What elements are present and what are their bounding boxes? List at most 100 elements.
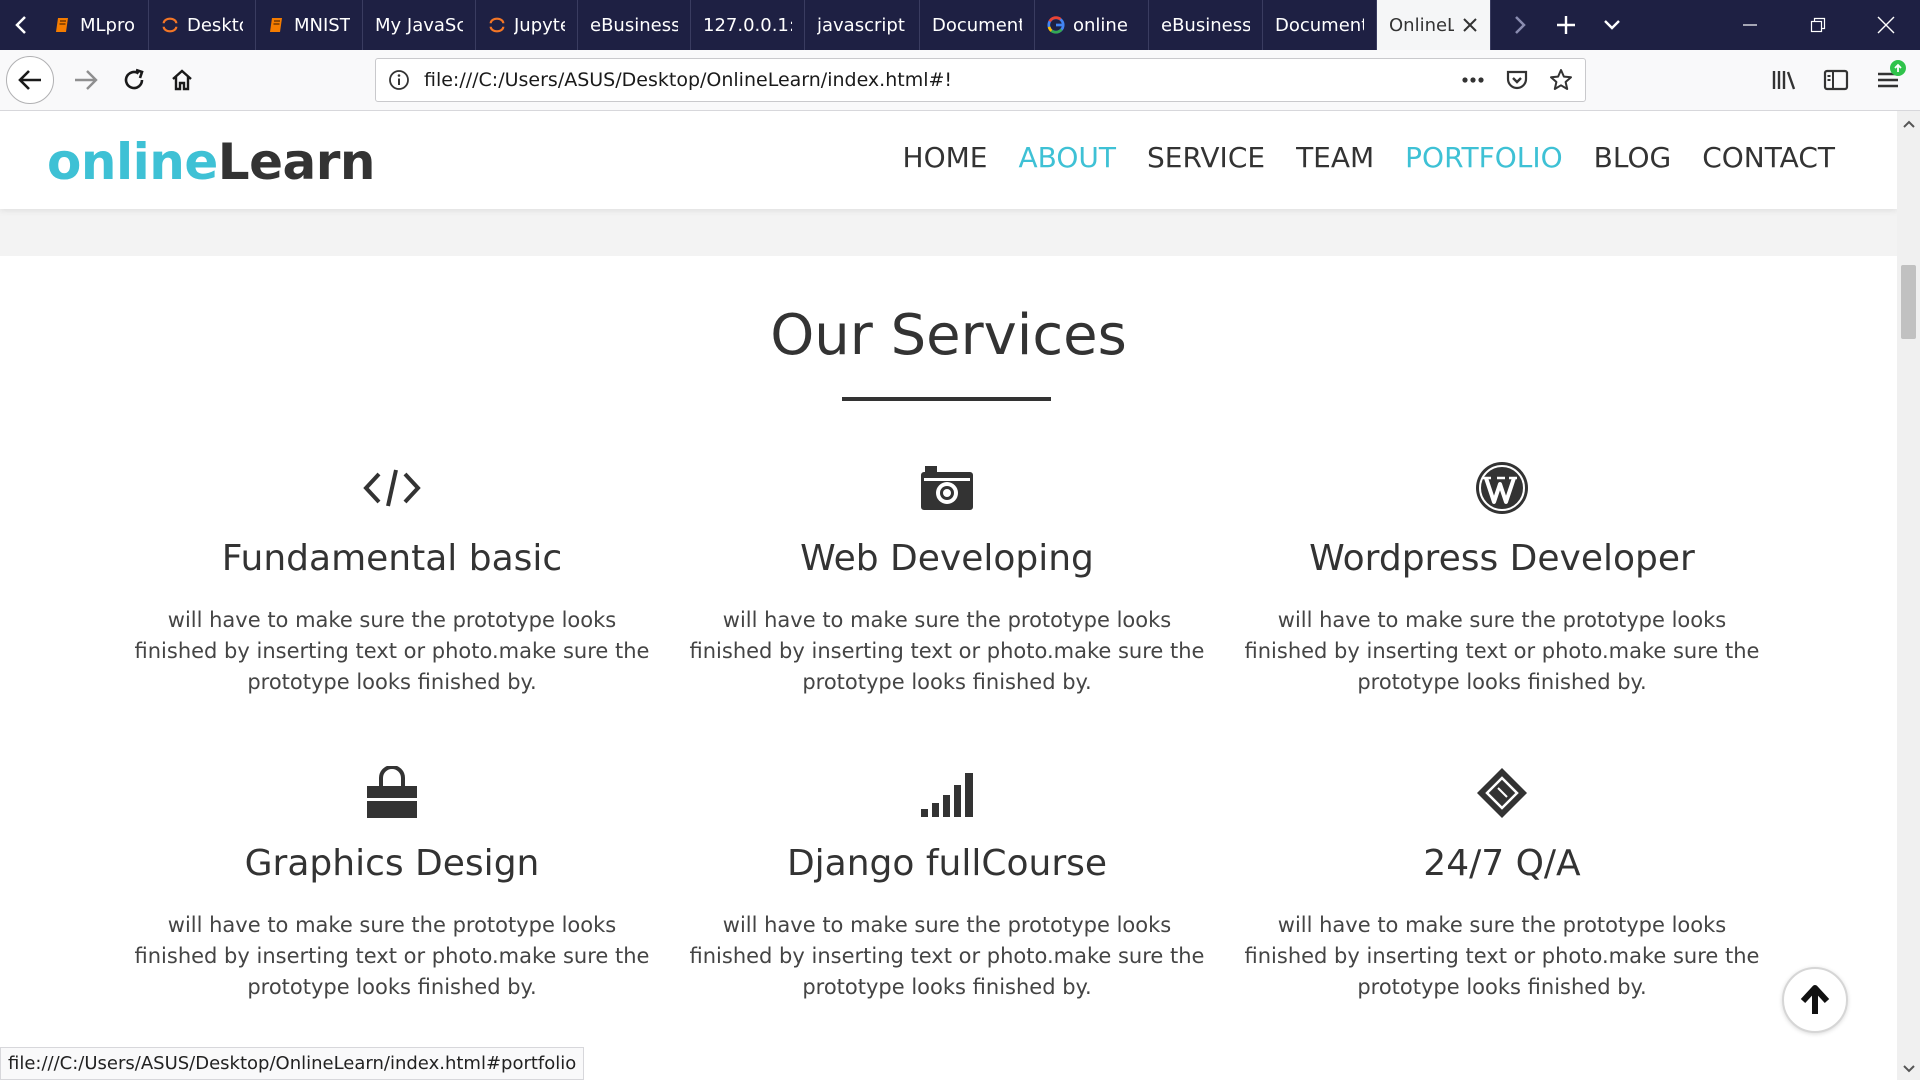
signal-bars-icon bbox=[687, 763, 1207, 823]
back-button[interactable] bbox=[6, 56, 54, 104]
close-window-button[interactable] bbox=[1852, 0, 1920, 50]
browser-tab[interactable]: Deskto bbox=[149, 0, 256, 50]
service-title: Django fullCourse bbox=[786, 843, 1108, 884]
tab-label: MLpro bbox=[80, 14, 136, 36]
menu-button[interactable] bbox=[1864, 56, 1912, 104]
wordpress-icon bbox=[1242, 458, 1762, 518]
browser-tab[interactable]: Jupyte bbox=[476, 0, 578, 50]
chevron-down-icon bbox=[1604, 20, 1620, 30]
arrow-right-icon bbox=[75, 70, 98, 90]
sidebar-button[interactable] bbox=[1812, 56, 1860, 104]
service-text: will have to make sure the prototype loo… bbox=[689, 608, 1205, 694]
tab-label: javascript i bbox=[817, 14, 907, 36]
tab-label: Document bbox=[1275, 14, 1364, 36]
navigation-toolbar: file:///C:/Users/ASUS/Desktop/OnlineLear… bbox=[0, 50, 1920, 111]
browser-tab[interactable]: online bbox=[1035, 0, 1149, 50]
tab-label: Document bbox=[932, 14, 1022, 36]
arrow-left-icon bbox=[18, 70, 41, 90]
status-bar-url: file:///C:/Users/ASUS/Desktop/OnlineLear… bbox=[0, 1047, 585, 1080]
browser-tab-active[interactable]: OnlineL bbox=[1377, 0, 1491, 50]
site-header: onlineLearn HOME ABOUT SERVICE TEAM PORT… bbox=[0, 111, 1897, 209]
list-all-tabs-button[interactable] bbox=[1589, 0, 1635, 50]
more-actions-icon[interactable] bbox=[1461, 76, 1485, 84]
service-card: Web Developing will have to make sure th… bbox=[687, 458, 1207, 698]
url-text[interactable]: file:///C:/Users/ASUS/Desktop/OnlineLear… bbox=[424, 69, 1461, 91]
browser-tab[interactable]: Document bbox=[920, 0, 1035, 50]
plus-icon bbox=[1557, 16, 1575, 34]
nav-team[interactable]: TEAM bbox=[1296, 141, 1374, 174]
tab-label: eBusiness bbox=[590, 14, 678, 36]
close-tab-icon[interactable] bbox=[1462, 17, 1478, 33]
service-card: Wordpress Developer will have to make su… bbox=[1242, 458, 1762, 698]
browser-tab[interactable]: eBusiness bbox=[578, 0, 691, 50]
service-title: Fundamental basic bbox=[221, 538, 563, 579]
library-icon bbox=[1772, 71, 1796, 90]
service-text: will have to make sure the prototype loo… bbox=[134, 913, 650, 999]
pocket-icon[interactable] bbox=[1505, 68, 1529, 92]
back-to-top-button[interactable] bbox=[1782, 967, 1848, 1033]
library-button[interactable] bbox=[1760, 56, 1808, 104]
scroll-up-arrow-icon[interactable] bbox=[1897, 117, 1920, 131]
bookmark-star-icon[interactable] bbox=[1549, 68, 1573, 92]
nav-portfolio[interactable]: PORTFOLIO bbox=[1405, 141, 1563, 174]
home-button[interactable] bbox=[158, 56, 206, 104]
tab-label: eBusiness bbox=[1161, 14, 1250, 36]
tab-strip: MLpro Deskto MNIST My JavaScr Jupyte eBu… bbox=[0, 0, 1920, 50]
arrow-up-icon bbox=[1800, 985, 1830, 1014]
scrollbar-thumb[interactable] bbox=[1901, 265, 1916, 339]
service-title: Web Developing bbox=[800, 538, 1094, 579]
browser-tab[interactable]: 127.0.0.1:5 bbox=[691, 0, 805, 50]
jupyter-icon bbox=[161, 16, 179, 34]
service-text: will have to make sure the prototype loo… bbox=[134, 608, 650, 694]
forward-button[interactable] bbox=[62, 56, 110, 104]
section-divider-band bbox=[0, 209, 1897, 256]
nav-contact[interactable]: CONTACT bbox=[1702, 141, 1835, 174]
code-icon bbox=[132, 458, 652, 518]
close-icon bbox=[1877, 16, 1895, 34]
section-title: Our Services bbox=[770, 303, 1127, 368]
minimize-icon bbox=[1743, 24, 1757, 26]
tabs-scroll-left-button[interactable] bbox=[0, 0, 42, 50]
scroll-down-arrow-icon[interactable] bbox=[1897, 1062, 1920, 1076]
page-scrollbar[interactable] bbox=[1897, 111, 1920, 1080]
site-logo[interactable]: onlineLearn bbox=[47, 133, 376, 191]
new-tab-button[interactable] bbox=[1543, 0, 1589, 50]
home-icon bbox=[172, 69, 192, 91]
shopping-bag-icon bbox=[132, 763, 652, 823]
browser-tab[interactable]: eBusiness bbox=[1149, 0, 1263, 50]
tab-label: 127.0.0.1:5 bbox=[703, 14, 792, 36]
tab-label: MNIST bbox=[294, 14, 350, 36]
reload-button[interactable] bbox=[110, 56, 158, 104]
book-icon bbox=[268, 16, 286, 34]
browser-tab[interactable]: MNIST bbox=[256, 0, 363, 50]
restore-window-button[interactable] bbox=[1784, 0, 1852, 50]
service-card: Django fullCourse will have to make sure… bbox=[687, 763, 1207, 1003]
nav-home[interactable]: HOME bbox=[903, 141, 988, 174]
sidebar-icon bbox=[1823, 69, 1849, 91]
camera-icon bbox=[687, 458, 1207, 518]
ticket-icon bbox=[1242, 763, 1762, 823]
chevron-left-icon bbox=[15, 16, 26, 34]
browser-tab[interactable]: MLpro bbox=[42, 0, 149, 50]
tabs-scroll-right-button[interactable] bbox=[1497, 0, 1543, 50]
browser-tab[interactable]: My JavaScr bbox=[363, 0, 476, 50]
info-icon[interactable] bbox=[388, 69, 410, 91]
service-text: will have to make sure the prototype loo… bbox=[1244, 913, 1760, 999]
google-icon bbox=[1047, 16, 1065, 34]
chevron-right-icon bbox=[1515, 16, 1526, 34]
nav-service[interactable]: SERVICE bbox=[1147, 141, 1265, 174]
nav-blog[interactable]: BLOG bbox=[1594, 141, 1672, 174]
minimize-window-button[interactable] bbox=[1716, 0, 1784, 50]
page-viewport: onlineLearn HOME ABOUT SERVICE TEAM PORT… bbox=[0, 111, 1897, 1080]
browser-tab[interactable]: Document bbox=[1263, 0, 1377, 50]
address-bar[interactable]: file:///C:/Users/ASUS/Desktop/OnlineLear… bbox=[375, 58, 1586, 102]
restore-icon bbox=[1810, 17, 1826, 33]
service-title: Graphics Design bbox=[244, 843, 540, 884]
browser-tab[interactable]: javascript i bbox=[805, 0, 920, 50]
update-badge-icon bbox=[1890, 60, 1906, 76]
book-icon bbox=[54, 16, 72, 34]
title-underline bbox=[842, 397, 1051, 401]
site-navigation: HOME ABOUT SERVICE TEAM PORTFOLIO BLOG C… bbox=[903, 141, 1835, 174]
logo-part-online: online bbox=[47, 133, 218, 191]
nav-about[interactable]: ABOUT bbox=[1019, 141, 1117, 174]
